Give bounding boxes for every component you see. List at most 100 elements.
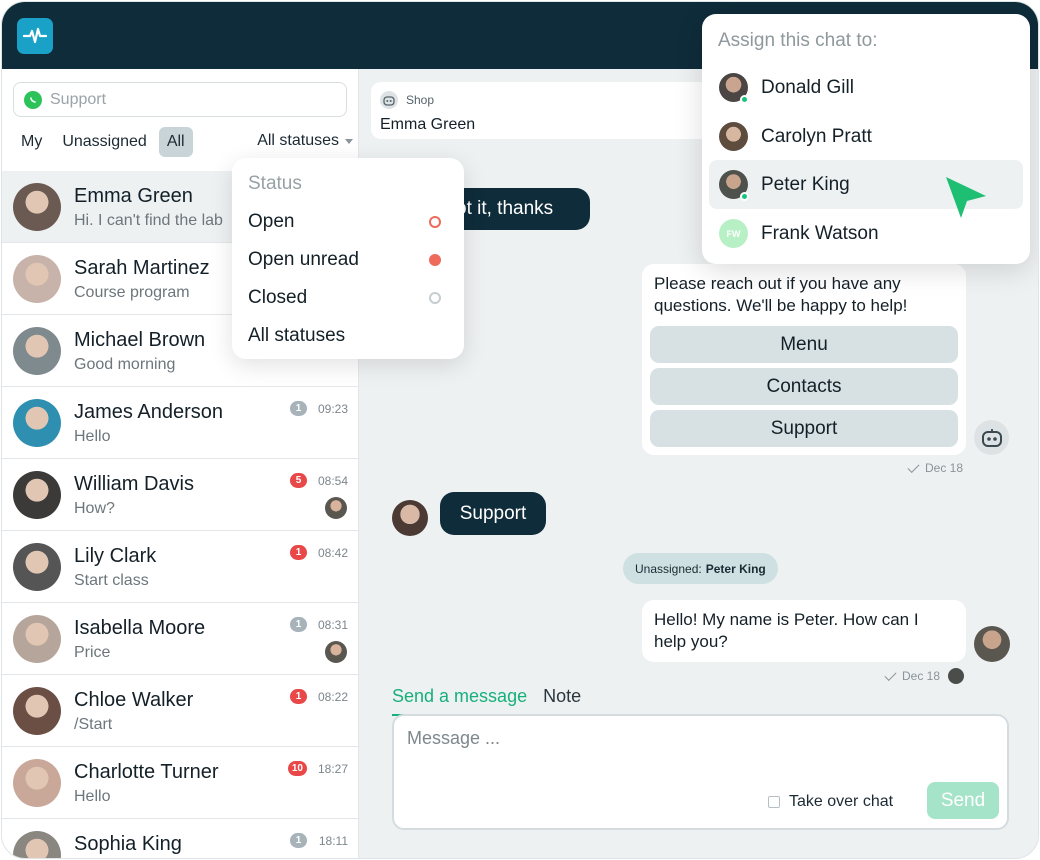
quick-reply-contacts[interactable]: Contacts: [650, 368, 958, 405]
assign-agent-carolyn-pratt[interactable]: Carolyn Pratt: [709, 112, 1023, 161]
chat-list-item[interactable]: Lily Clark Start class 08:42 1: [2, 531, 359, 603]
check-icon: [907, 460, 920, 473]
quick-reply-menu[interactable]: Menu: [650, 326, 958, 363]
avatar-initials: FW: [719, 219, 748, 248]
bot-message-text: Please reach out if you have any questio…: [654, 274, 908, 315]
chat-contact-name: Sarah Martinez: [74, 257, 210, 279]
chat-preview: Good morning: [74, 356, 176, 373]
contact-message-bubble: ot it, thanks: [442, 188, 590, 230]
app-logo-icon[interactable]: [17, 18, 53, 54]
quick-reply-support[interactable]: Support: [650, 410, 958, 447]
take-over-toggle[interactable]: Take over chat: [768, 793, 893, 811]
agent-message-text: Hello! My name is Peter. How can I help …: [654, 610, 919, 651]
chat-list-item[interactable]: James Anderson Hello 09:23 1: [2, 387, 359, 459]
status-select[interactable]: All statuses: [257, 132, 353, 150]
tab-send-message[interactable]: Send a message: [392, 686, 528, 716]
chat-contact-name: Emma Green: [74, 185, 193, 207]
chat-preview: Price: [74, 644, 111, 661]
system-event-pill: Unassigned: Peter King: [623, 553, 778, 584]
avatar: [13, 759, 61, 807]
chat-list-item[interactable]: Isabella Moore Price 08:31 1: [2, 603, 359, 675]
chat-list-item[interactable]: William Davis How? 08:54 5: [2, 459, 359, 531]
tab-note[interactable]: Note: [543, 686, 581, 716]
chevron-down-icon: [345, 138, 353, 144]
chat-contact-name: Charlotte Turner: [74, 761, 219, 783]
unread-count-badge: 10: [287, 761, 307, 776]
chat-time: 08:42: [317, 546, 348, 560]
unread-count-badge: 1: [290, 833, 307, 848]
chat-list-item[interactable]: Sophia King 18:11 1: [2, 819, 359, 858]
avatar: [13, 255, 61, 303]
status-option-all[interactable]: All statuses: [248, 325, 345, 347]
unread-count-badge: 1: [290, 545, 307, 560]
avatar: [13, 831, 61, 858]
unread-count-badge: 1: [290, 617, 307, 632]
contact-message-text: ot it, thanks: [456, 198, 554, 219]
contact-avatar: [392, 500, 428, 536]
assign-dropdown-title: Assign this chat to:: [718, 30, 878, 51]
chat-preview: Hi. I can't find the lab: [74, 212, 223, 229]
app-window: Support My Unassigned All All statuses E…: [1, 1, 1039, 859]
chat-contact-name: Chloe Walker: [74, 689, 194, 711]
chat-contact-name: Emma Green: [380, 116, 476, 133]
status-select-label: All statuses: [257, 132, 339, 149]
chat-filters: My Unassigned All All statuses: [13, 126, 353, 158]
agent-message-date: Dec 18: [902, 669, 941, 683]
chat-header: Shop Emma Green: [371, 82, 711, 139]
status-dropdown-title: Status: [248, 173, 302, 194]
chat-contact-name: Isabella Moore: [74, 617, 206, 639]
bot-message-meta: Dec 18: [907, 460, 963, 475]
composer-tabs: Send a message Note: [392, 686, 597, 716]
chat-time: 18:27: [317, 762, 348, 776]
avatar: [13, 543, 61, 591]
avatar: [719, 122, 748, 151]
chat-list-item[interactable]: Chloe Walker/Start 08:22 1: [2, 675, 359, 747]
whatsapp-icon: [24, 90, 42, 109]
chat-time: 08:31: [317, 618, 348, 632]
chat-preview: Course program: [74, 284, 190, 301]
chat-preview: /Start: [74, 716, 113, 733]
bot-message-card: Please reach out if you have any questio…: [642, 264, 966, 455]
unread-count-badge: 1: [290, 401, 307, 416]
chat-preview: Start class: [74, 572, 149, 589]
checkbox-icon[interactable]: [768, 796, 780, 808]
unread-count-badge: 5: [290, 473, 307, 488]
chat-time: 08:54: [317, 474, 348, 488]
status-dropdown: Status Open Open unread Closed All statu…: [232, 158, 464, 359]
assignee-avatar: [325, 641, 347, 663]
agent-message-bubble: Hello! My name is Peter. How can I help …: [642, 600, 966, 662]
support-bubble-text: Support: [459, 502, 527, 524]
agent-message-meta: Dec 18: [884, 668, 965, 684]
filter-my[interactable]: My: [13, 127, 50, 157]
assign-agent-donald-gill[interactable]: Donald Gill: [709, 63, 1023, 112]
agent-name: Peter King: [761, 174, 850, 195]
open-status-dot-icon: [429, 216, 441, 228]
status-option-closed[interactable]: Closed: [248, 287, 307, 309]
chat-contact-name: Sophia King: [74, 833, 182, 855]
avatar: [13, 471, 61, 519]
online-status-icon: [740, 192, 749, 201]
filter-unassigned[interactable]: Unassigned: [54, 127, 155, 157]
status-option-open[interactable]: Open: [248, 211, 294, 233]
chat-time: 09:23: [317, 402, 348, 416]
filter-all[interactable]: All: [158, 127, 193, 157]
send-button[interactable]: Send: [927, 782, 999, 819]
take-over-label: Take over chat: [789, 793, 894, 810]
chat-preview: Hello: [74, 428, 111, 445]
system-event-label: Unassigned:: [635, 561, 702, 576]
message-composer[interactable]: Message ... Take over chat Send: [392, 714, 1009, 830]
agent-name: Donald Gill: [761, 77, 854, 98]
agent-name: Carolyn Pratt: [761, 126, 872, 147]
message-input-placeholder: Message ...: [407, 728, 501, 748]
chat-preview: Hello: [74, 788, 111, 805]
chat-contact-name: James Anderson: [74, 401, 223, 423]
assign-dropdown: Assign this chat to: Donald Gill Carolyn…: [702, 14, 1030, 264]
support-bubble: Support: [440, 492, 546, 535]
check-icon: [884, 668, 897, 681]
avatar: [13, 183, 61, 231]
status-option-open-unread[interactable]: Open unread: [248, 249, 359, 271]
chat-list-item[interactable]: Charlotte Turner Hello 18:27 10: [2, 747, 359, 819]
avatar: [13, 327, 61, 375]
online-status-icon: [740, 95, 749, 104]
search-input[interactable]: Support: [13, 82, 347, 117]
